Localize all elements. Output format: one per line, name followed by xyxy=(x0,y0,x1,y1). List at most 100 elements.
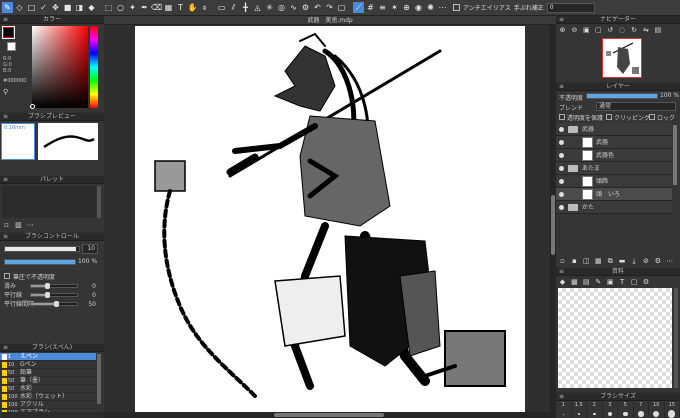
select-pen-icon[interactable]: ✒ xyxy=(139,2,150,13)
rotate-right-icon[interactable]: ↻ xyxy=(630,26,639,34)
param-knob[interactable] xyxy=(44,292,50,298)
redo-icon[interactable]: ↷ xyxy=(324,2,335,13)
duplicate-layer-icon[interactable]: ⧉ xyxy=(606,257,615,265)
palette-scrollbar[interactable] xyxy=(97,186,101,218)
snap-circle-icon[interactable]: ◎ xyxy=(276,2,287,13)
snap-radial-icon[interactable]: ✳ xyxy=(264,2,275,13)
visibility-eye-icon[interactable] xyxy=(559,179,564,184)
fill-rect-icon[interactable]: ■ xyxy=(62,2,73,13)
visibility-eye-icon[interactable] xyxy=(559,140,564,145)
brush-size-cell[interactable]: 1.5 xyxy=(572,402,587,418)
flip-icon[interactable]: ⇋ xyxy=(641,26,650,34)
pen-tool-icon[interactable]: ✎ xyxy=(2,2,13,13)
material-frame-icon[interactable]: ▢ xyxy=(630,278,639,286)
visibility-eye-icon[interactable] xyxy=(559,205,564,210)
param-slider[interactable] xyxy=(30,284,78,288)
gradient-icon[interactable]: ◨ xyxy=(74,2,85,13)
background-swatch[interactable] xyxy=(7,42,16,51)
snap-grid-icon[interactable]: # xyxy=(365,2,376,13)
brush-list-item[interactable]: 50 筆（墨） xyxy=(0,377,96,385)
material-gear-icon[interactable]: ⚙ xyxy=(641,278,650,286)
antialias-checkbox[interactable] xyxy=(453,4,460,11)
param-knob[interactable] xyxy=(44,283,50,289)
snap-line-icon[interactable]: ⟋ xyxy=(353,2,364,13)
snap-setting-icon[interactable]: ⚙ xyxy=(300,2,311,13)
clear-layer-icon[interactable]: ⊘ xyxy=(641,257,650,265)
brush-list-item[interactable]: 10 Gペン xyxy=(0,361,96,369)
layer-folder-row[interactable]: かた xyxy=(556,201,672,214)
brush-size-cell[interactable]: 2 xyxy=(587,402,603,418)
brush-size-value[interactable]: 10 xyxy=(82,244,98,254)
text-tool-icon[interactable]: T xyxy=(175,2,186,13)
select-rect-icon[interactable]: □ xyxy=(26,2,37,13)
new-layer-8bit-icon[interactable]: ▪ xyxy=(570,257,579,265)
layer-more-icon[interactable]: ⋯ xyxy=(665,257,674,265)
zoom-out-icon[interactable]: ⊖ xyxy=(570,26,579,34)
color-square[interactable] xyxy=(32,26,88,108)
layer-row[interactable]: 頭飾 xyxy=(556,175,672,188)
brush-size-cell[interactable]: 7 xyxy=(634,402,649,418)
protect-checkbox[interactable] xyxy=(559,114,565,120)
drawing-canvas[interactable] xyxy=(135,26,525,416)
snap-option-icon[interactable]: ✺ xyxy=(425,2,436,13)
visibility-eye-icon[interactable] xyxy=(559,166,564,171)
eyedrop-small-icon[interactable]: ⚲ xyxy=(3,88,8,96)
brush-size-slider[interactable] xyxy=(4,246,80,252)
more-icon[interactable]: ⋯ xyxy=(26,221,35,229)
min-opacity-checkbox[interactable] xyxy=(4,273,10,279)
check-icon[interactable]: ✓ xyxy=(38,2,49,13)
clipping-checkbox[interactable] xyxy=(606,114,612,120)
snap-vanish-icon[interactable]: ◬ xyxy=(252,2,263,13)
select-eraser-icon[interactable]: ⌫ xyxy=(151,2,162,13)
materials-grid[interactable] xyxy=(558,288,672,388)
brush-size-cell[interactable]: 5 xyxy=(618,402,634,418)
snap-burst-icon[interactable]: ✶ xyxy=(389,2,400,13)
foreground-swatch[interactable] xyxy=(3,27,14,38)
visibility-eye-icon[interactable] xyxy=(559,192,564,197)
move-tool-icon[interactable]: ✥ xyxy=(50,2,61,13)
snap-sphere-icon[interactable]: ◉ xyxy=(413,2,424,13)
new-folder-icon[interactable]: ▬ xyxy=(618,257,627,265)
snap-ellipse-icon[interactable]: ⊕ xyxy=(401,2,412,13)
brush-list-item[interactable]: 100 アクリル xyxy=(0,401,96,409)
rotate-reset-icon[interactable]: ◌ xyxy=(618,26,627,34)
materials-scrollbar[interactable] xyxy=(674,288,678,388)
layer-folder-row[interactable]: 武器 xyxy=(556,123,672,136)
divide-tool-icon[interactable]: ▦ xyxy=(163,2,174,13)
bucket-tool-icon[interactable]: ◆ xyxy=(86,2,97,13)
scroll-thumb[interactable] xyxy=(274,413,384,417)
magic-wand-icon[interactable]: ✦ xyxy=(127,2,138,13)
material-pattern-icon[interactable]: ▤ xyxy=(582,278,591,286)
snap-curve-icon[interactable]: ∿ xyxy=(288,2,299,13)
window-icon[interactable]: ▤ xyxy=(653,26,662,34)
hue-bar[interactable] xyxy=(90,26,98,108)
material-color-icon[interactable]: ◆ xyxy=(558,278,567,286)
lock-checkbox[interactable] xyxy=(649,114,655,120)
snap-off-icon[interactable]: ▭ xyxy=(216,2,227,13)
scroll-thumb[interactable] xyxy=(551,195,555,255)
snap-more-icon[interactable]: ⋯ xyxy=(437,2,448,13)
visibility-eye-icon[interactable] xyxy=(559,153,564,158)
snap-hatch-icon[interactable]: ≡ xyxy=(377,2,388,13)
layer-row[interactable]: 武器色 xyxy=(556,149,672,162)
visibility-eye-icon[interactable] xyxy=(559,127,564,132)
actual-size-icon[interactable]: ▢ xyxy=(594,26,603,34)
brush-list-item[interactable]: 50 水彩 xyxy=(0,385,96,393)
layer-settings-icon[interactable]: ⚙ xyxy=(653,257,662,265)
material-font-icon[interactable]: T xyxy=(618,278,627,286)
fit-icon[interactable]: ▣ xyxy=(582,26,591,34)
param-knob[interactable] xyxy=(54,301,60,307)
brush-list-scrollbar[interactable] xyxy=(97,354,101,404)
select-tool-icon[interactable]: ⬚ xyxy=(103,2,114,13)
cut-icon[interactable]: ▢ xyxy=(336,2,347,13)
snap-cross-icon[interactable]: ╋ xyxy=(240,2,251,13)
param-slider[interactable] xyxy=(30,293,78,297)
brush-opacity-slider[interactable] xyxy=(4,259,76,265)
layer-row[interactable]: 武器 xyxy=(556,136,672,149)
brush-list-item[interactable]: 100 水彩（ウェット） xyxy=(0,393,96,401)
eyedropper-icon[interactable]: ⌽ xyxy=(199,2,210,13)
canvas-horizontal-scrollbar[interactable] xyxy=(104,412,550,418)
brush-list-item[interactable]: 50 鉛筆 xyxy=(0,369,96,377)
material-image-icon[interactable]: ▣ xyxy=(606,278,615,286)
blend-select[interactable]: 通常 xyxy=(596,102,676,111)
